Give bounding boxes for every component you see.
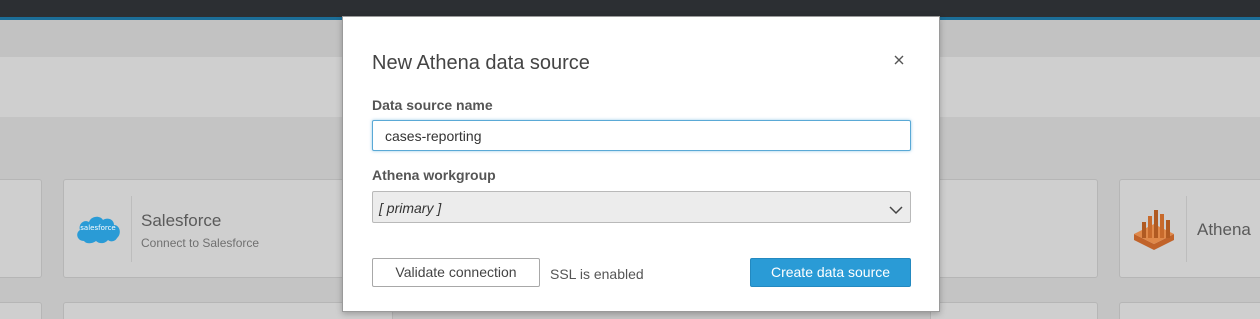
- card-title: Salesforce: [141, 211, 222, 230]
- create-data-source-button[interactable]: Create data source: [750, 258, 911, 287]
- data-source-name-label: Data source name: [372, 97, 493, 113]
- data-source-card-hidden[interactable]: [930, 179, 1098, 278]
- data-source-card-partial[interactable]: [0, 179, 42, 278]
- data-source-card[interactable]: [930, 302, 1098, 319]
- salesforce-logo-text: salesforce: [80, 224, 116, 232]
- card-divider: [1186, 196, 1187, 262]
- athena-icon: [1130, 208, 1178, 252]
- dialog-title: New Athena data source: [372, 52, 590, 74]
- data-source-card[interactable]: [1119, 302, 1260, 319]
- card-divider: [131, 196, 132, 262]
- data-source-card[interactable]: [0, 302, 42, 319]
- athena-workgroup-select[interactable]: [ primary ]: [372, 191, 911, 223]
- salesforce-cloud-icon: salesforce: [74, 213, 122, 245]
- validate-connection-button[interactable]: Validate connection: [372, 258, 540, 287]
- card-subtitle: Connect to Salesforce: [141, 236, 260, 250]
- data-source-card-athena[interactable]: Athena: [1119, 179, 1260, 278]
- data-source-name-input[interactable]: [372, 120, 911, 151]
- chevron-down-icon: [888, 201, 904, 215]
- close-icon[interactable]: [889, 50, 909, 70]
- card-title: Athena: [1197, 220, 1251, 239]
- athena-workgroup-label: Athena workgroup: [372, 167, 496, 183]
- ssl-status-text: SSL is enabled: [550, 266, 644, 282]
- new-athena-data-source-dialog: New Athena data source Data source name …: [342, 16, 940, 312]
- workgroup-selected-value: [ primary ]: [379, 200, 442, 216]
